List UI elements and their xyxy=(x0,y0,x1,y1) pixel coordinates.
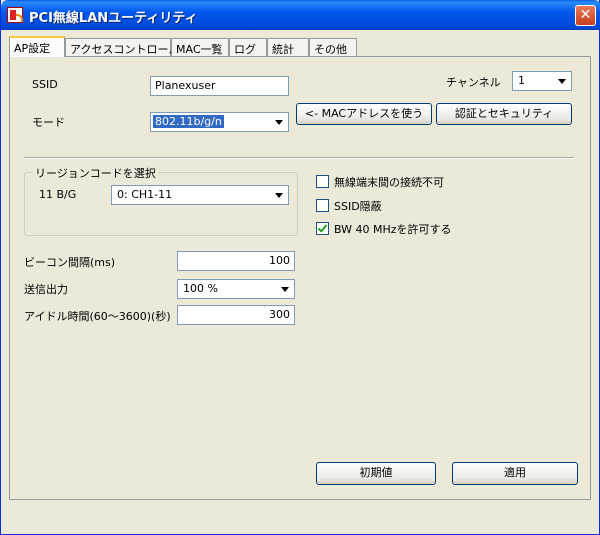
isolate-clients-checkbox[interactable] xyxy=(316,175,329,188)
beacon-interval-input[interactable]: 100 xyxy=(177,251,295,271)
reset-defaults-button[interactable]: 初期値 xyxy=(316,462,436,485)
hide-ssid-label: SSID隠蔽 xyxy=(334,200,382,213)
use-mac-address-button[interactable]: <- MACアドレスを使う xyxy=(296,103,432,125)
mode-select[interactable]: 802.11b/g/n xyxy=(150,112,289,132)
app-icon xyxy=(7,7,23,23)
region-groupbox: リージョンコードを選択 11 B/G 0: CH1-11 xyxy=(24,165,298,236)
chevron-down-icon[interactable] xyxy=(277,281,293,297)
tx-power-select[interactable]: 100 % xyxy=(177,279,295,299)
channel-label: チャンネル xyxy=(446,76,501,89)
idle-time-label: アイドル時間(60～3600)(秒) xyxy=(24,310,171,323)
isolate-clients-label: 無線端末間の接続不可 xyxy=(334,176,444,189)
mode-value: 802.11b/g/n xyxy=(153,115,224,128)
auth-security-button[interactable]: 認証とセキュリティ xyxy=(436,103,572,125)
channel-select[interactable]: 1 xyxy=(512,71,572,91)
beacon-interval-label: ビーコン間隔(ms) xyxy=(24,256,116,269)
region-band-label: 11 B/G xyxy=(39,188,77,201)
allow-bw40-checkbox[interactable] xyxy=(316,222,329,235)
channel-value: 1 xyxy=(518,74,525,87)
main-window: PCI無線LANユーティリティ ✕ AP設定 アクセスコントロール MAC一覧 … xyxy=(0,0,600,535)
tab-log[interactable]: ログ xyxy=(229,38,267,57)
region-group-title: リージョンコードを選択 xyxy=(33,165,158,181)
ap-settings-panel: SSID Planexuser チャンネル 1 モード 802.11b/g/n … xyxy=(9,56,591,500)
chevron-down-icon[interactable] xyxy=(554,73,570,89)
idle-time-input[interactable]: 300 xyxy=(177,305,295,325)
tab-other[interactable]: その他 xyxy=(309,38,357,57)
chevron-down-icon[interactable] xyxy=(271,187,287,203)
region-value: 0: CH1-11 xyxy=(117,188,173,201)
tab-statistics[interactable]: 統計 xyxy=(267,38,309,57)
window-title: PCI無線LANユーティリティ xyxy=(29,11,198,26)
ssid-label: SSID xyxy=(32,78,58,91)
chevron-down-icon[interactable] xyxy=(271,114,287,130)
title-bar[interactable]: PCI無線LANユーティリティ ✕ xyxy=(1,0,600,30)
tab-ap-settings[interactable]: AP設定 xyxy=(9,36,65,57)
tx-power-label: 送信出力 xyxy=(24,283,68,296)
tx-power-value: 100 % xyxy=(183,282,218,295)
tab-mac-list[interactable]: MAC一覧 xyxy=(171,38,229,57)
ssid-input[interactable]: Planexuser xyxy=(150,76,289,96)
hide-ssid-checkbox[interactable] xyxy=(316,199,329,212)
separator xyxy=(24,157,574,159)
allow-bw40-label: BW 40 MHzを許可する xyxy=(334,223,452,236)
mode-label: モード xyxy=(32,116,65,129)
region-select[interactable]: 0: CH1-11 xyxy=(111,185,289,205)
tab-access-control[interactable]: アクセスコントロール xyxy=(65,38,179,57)
close-button[interactable]: ✕ xyxy=(575,5,596,26)
apply-button[interactable]: 適用 xyxy=(452,462,578,485)
